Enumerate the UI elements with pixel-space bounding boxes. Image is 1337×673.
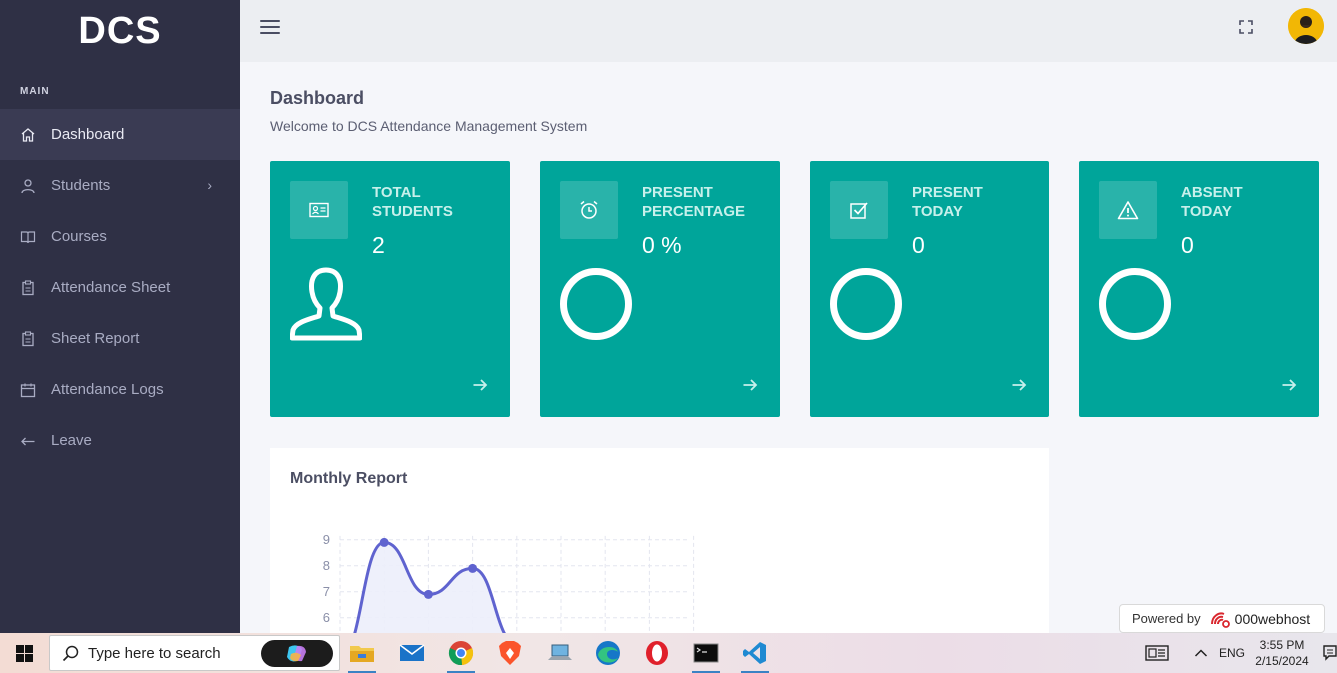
brave-icon[interactable] bbox=[496, 639, 524, 667]
arrow-right-icon[interactable] bbox=[1011, 377, 1027, 393]
card-value: 0 bbox=[1181, 232, 1194, 258]
search-placeholder: Type here to search bbox=[88, 644, 221, 662]
powered-by-badge[interactable]: Powered by 000webhost bbox=[1119, 604, 1325, 633]
home-icon bbox=[20, 127, 36, 143]
data-point bbox=[423, 589, 433, 599]
card-label: TOTAL STUDENTS bbox=[372, 184, 453, 220]
windows-start-icon[interactable] bbox=[16, 645, 33, 662]
chevron-up-icon[interactable] bbox=[1194, 633, 1208, 673]
sidebar-item-leave[interactable]: Leave bbox=[0, 415, 240, 466]
webhost-logo-icon bbox=[1209, 610, 1231, 628]
person-outline-icon bbox=[289, 266, 363, 342]
stat-card-absent-today[interactable]: ABSENT TODAY 0 bbox=[1079, 161, 1319, 417]
checkbox-icon bbox=[830, 181, 888, 239]
notification-icon[interactable] bbox=[1323, 633, 1337, 673]
sidebar-item-label: Leave bbox=[51, 432, 92, 449]
webhost-name: 000webhost bbox=[1234, 610, 1311, 627]
vscode-icon[interactable] bbox=[741, 639, 769, 673]
sidebar-item-label: Dashboard bbox=[51, 126, 125, 143]
sidebar-item-sheet-report[interactable]: Sheet Report bbox=[0, 313, 240, 364]
sidebar-item-courses[interactable]: Courses bbox=[0, 211, 240, 262]
copilot-icon[interactable] bbox=[261, 640, 333, 667]
card-value: 0 % bbox=[642, 232, 682, 258]
chrome-icon[interactable] bbox=[447, 639, 475, 673]
card-value: 0 bbox=[912, 232, 925, 258]
stat-card-present-today[interactable]: PRESENT TODAY 0 bbox=[810, 161, 1049, 417]
page-title: Dashboard bbox=[270, 88, 365, 108]
data-point bbox=[468, 563, 478, 573]
alarm-clock-icon bbox=[560, 181, 618, 239]
sidebar-item-students[interactable]: Students › bbox=[0, 160, 240, 211]
y-tick-label: 8 bbox=[323, 558, 330, 573]
laptop-icon[interactable] bbox=[546, 639, 574, 667]
sidebar-item-label: Sheet Report bbox=[51, 330, 140, 347]
y-tick-label: 9 bbox=[323, 532, 330, 547]
arrow-right-icon[interactable] bbox=[472, 377, 488, 393]
main-content: Dashboard Welcome to DCS Attendance Mana… bbox=[240, 62, 1337, 638]
book-icon bbox=[20, 229, 36, 245]
hamburger-icon[interactable] bbox=[260, 18, 280, 36]
file-explorer-icon[interactable] bbox=[348, 639, 376, 673]
clock[interactable]: 3:55 PM 2/15/2024 bbox=[1254, 637, 1310, 669]
sidebar-item-dashboard[interactable]: Dashboard bbox=[0, 109, 240, 160]
sidebar-item-attendance-sheet[interactable]: Attendance Sheet bbox=[0, 262, 240, 313]
sidebar-item-label: Attendance Sheet bbox=[51, 279, 171, 296]
card-label: PRESENT TODAY bbox=[912, 184, 983, 220]
report-title: Monthly Report bbox=[290, 470, 408, 487]
warning-icon bbox=[1099, 181, 1157, 239]
sidebar-item-label: Students bbox=[51, 177, 111, 194]
powered-by-text: Powered by bbox=[1132, 611, 1201, 626]
stat-card-present-percentage[interactable]: PRESENT PERCENTAGE 0 % bbox=[540, 161, 780, 417]
clipboard-icon bbox=[20, 330, 36, 347]
fullscreen-icon[interactable] bbox=[1238, 19, 1254, 35]
stat-card-total-students[interactable]: TOTAL STUDENTS 2 bbox=[270, 161, 510, 417]
sidebar-item-label: Courses bbox=[51, 228, 107, 245]
opera-icon[interactable] bbox=[643, 639, 671, 667]
sidebar-section-label: MAIN bbox=[20, 86, 50, 97]
user-avatar[interactable] bbox=[1288, 8, 1324, 44]
y-tick-label: 6 bbox=[323, 610, 330, 625]
y-tick-label: 7 bbox=[323, 584, 330, 599]
windows-taskbar: Type here to search ENG 3:55 PM 2/15/202… bbox=[0, 633, 1337, 673]
terminal-icon[interactable] bbox=[692, 639, 720, 673]
sidebar-item-label: Attendance Logs bbox=[51, 381, 164, 398]
user-icon bbox=[20, 178, 36, 194]
clipboard-icon bbox=[20, 279, 36, 296]
id-card-icon bbox=[290, 181, 348, 239]
arrow-left-icon bbox=[20, 433, 36, 449]
clock-time: 3:55 PM bbox=[1259, 638, 1305, 652]
taskbar-search-box[interactable]: Type here to search bbox=[49, 635, 340, 671]
sidebar: DCS MAIN Dashboard Students › Courses At… bbox=[0, 0, 240, 633]
search-icon bbox=[62, 645, 79, 662]
monthly-report-panel: Monthly Report 9 8 7 6 bbox=[270, 448, 1049, 638]
sidebar-item-attendance-logs[interactable]: Attendance Logs bbox=[0, 364, 240, 415]
top-bar bbox=[240, 0, 1337, 62]
edge-icon[interactable] bbox=[594, 639, 622, 667]
calendar-icon bbox=[20, 382, 36, 398]
progress-ring bbox=[560, 268, 632, 340]
card-label: PRESENT PERCENTAGE bbox=[642, 184, 746, 220]
language-indicator[interactable]: ENG bbox=[1219, 633, 1245, 673]
data-point bbox=[379, 537, 389, 547]
progress-ring bbox=[830, 268, 902, 340]
mail-icon[interactable] bbox=[398, 639, 426, 667]
page-subtitle: Welcome to DCS Attendance Management Sys… bbox=[270, 118, 588, 134]
clock-date: 2/15/2024 bbox=[1255, 654, 1309, 668]
arrow-right-icon[interactable] bbox=[742, 377, 758, 393]
arrow-right-icon[interactable] bbox=[1281, 377, 1297, 393]
brand-logo[interactable]: DCS bbox=[0, 0, 240, 62]
progress-ring bbox=[1099, 268, 1171, 340]
chevron-right-icon: › bbox=[207, 177, 212, 193]
news-widget-icon[interactable] bbox=[1143, 639, 1171, 667]
card-label: ABSENT TODAY bbox=[1181, 184, 1243, 220]
monthly-report-chart: 9 8 7 6 bbox=[323, 532, 695, 638]
card-value: 2 bbox=[372, 232, 385, 258]
